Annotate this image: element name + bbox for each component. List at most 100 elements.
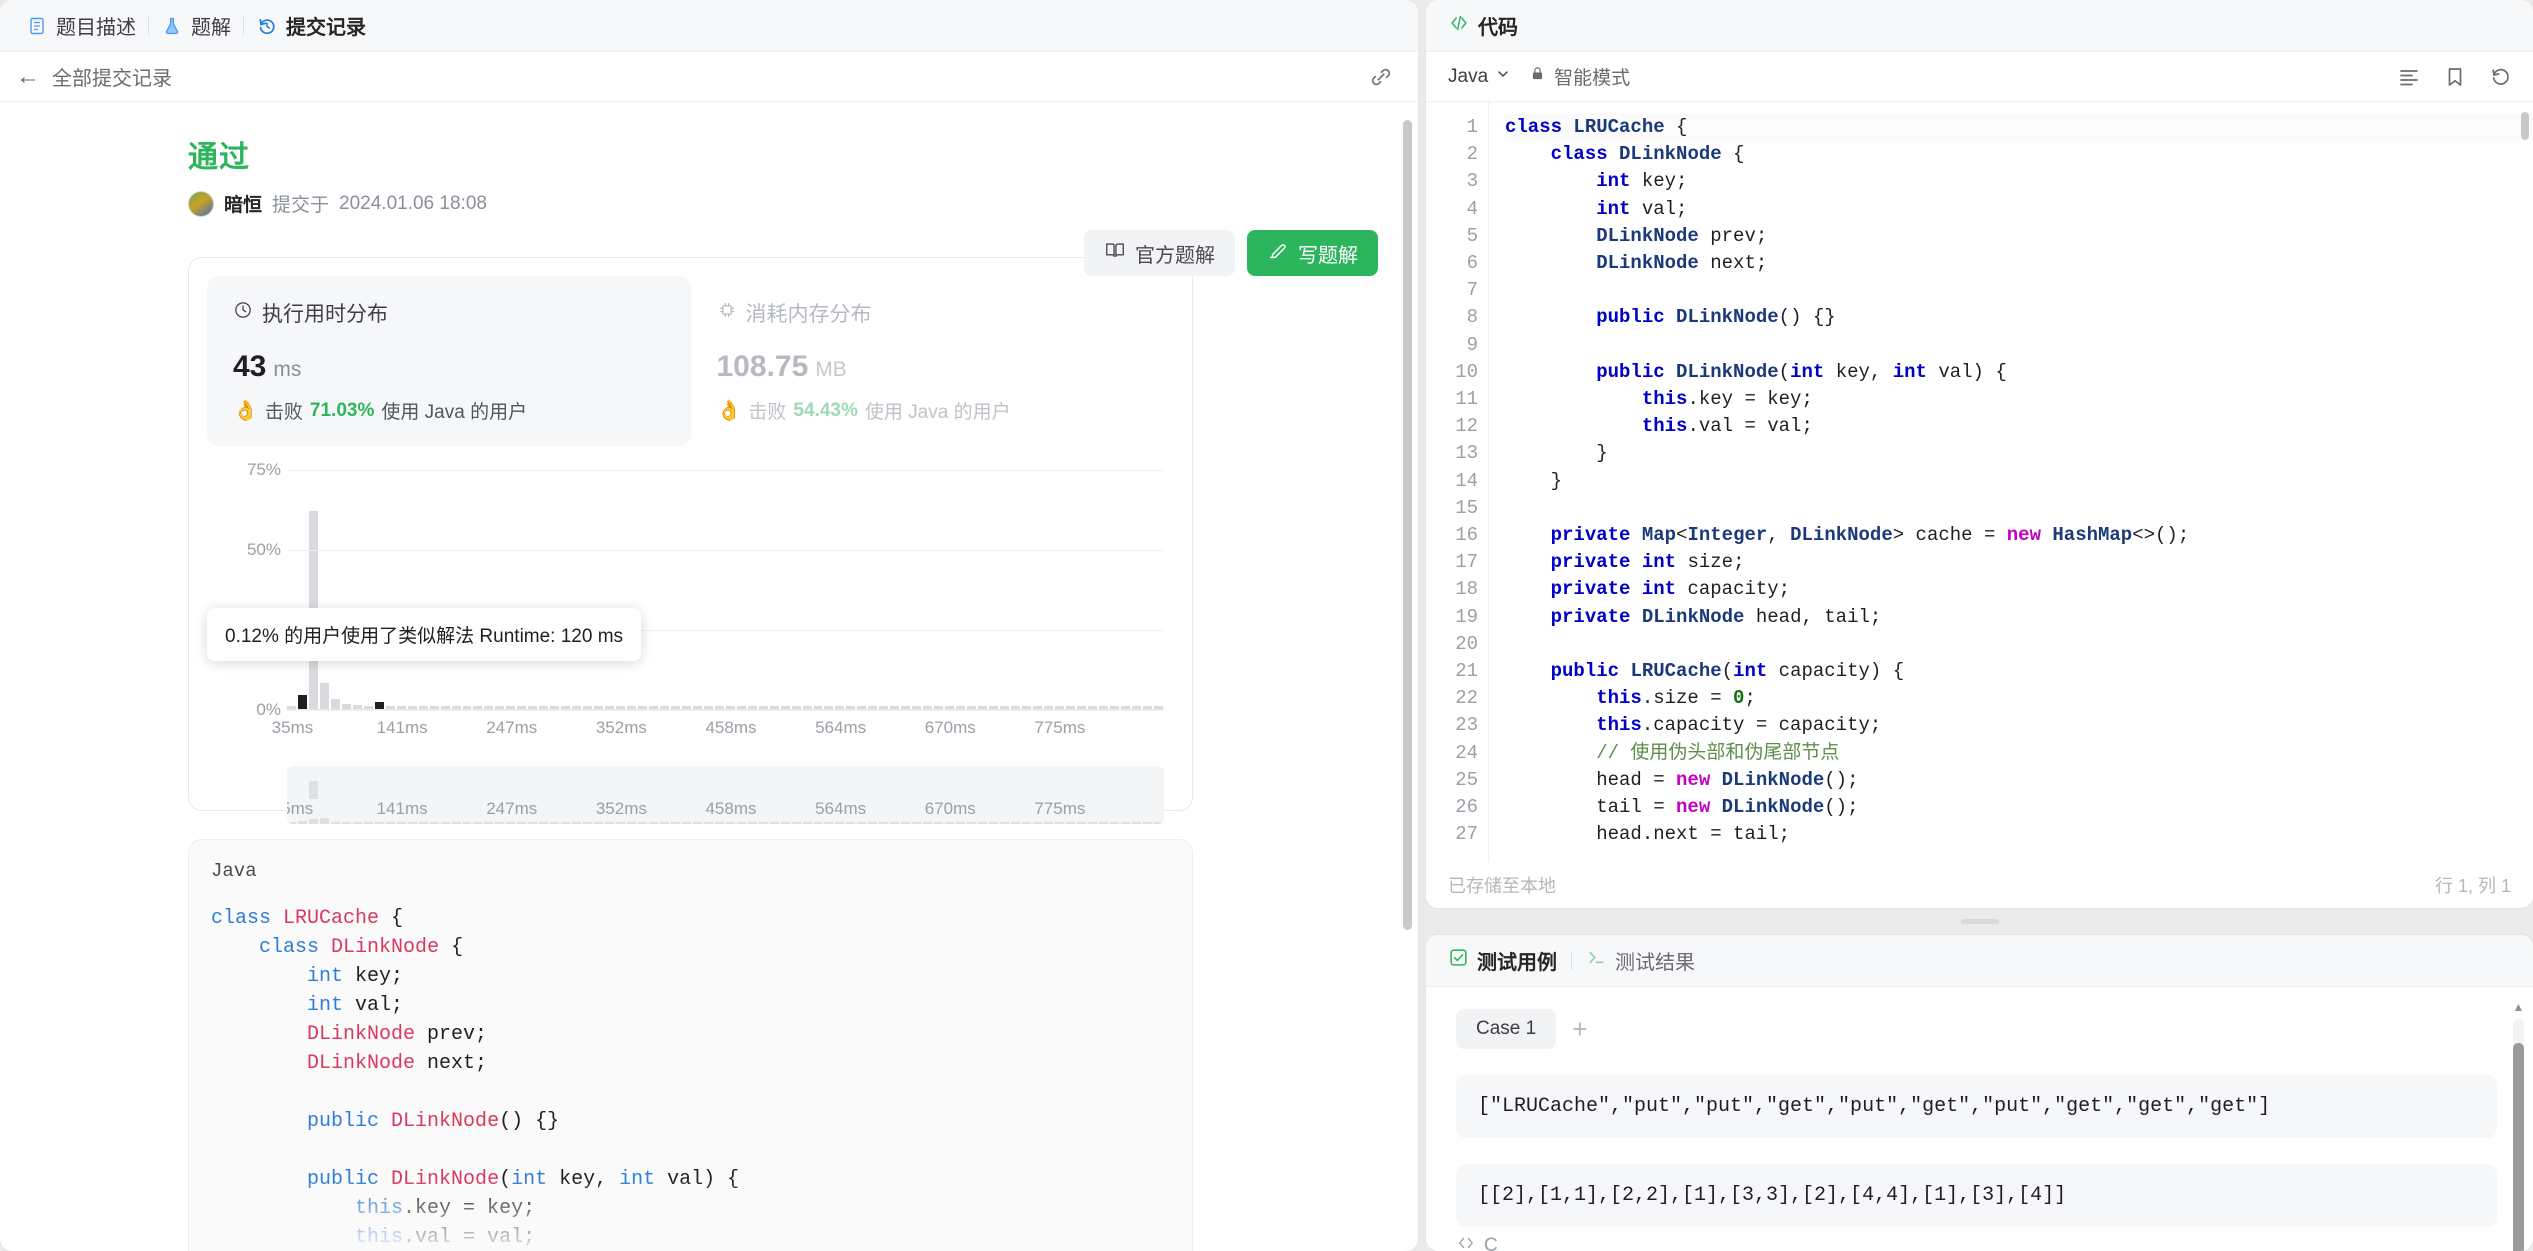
chart-bar[interactable]	[758, 706, 768, 709]
chart-bar[interactable]	[912, 706, 922, 709]
chart-bar[interactable]	[967, 706, 977, 709]
chart-bar[interactable]	[561, 706, 571, 709]
chart-bar[interactable]	[287, 705, 296, 709]
smart-mode-toggle[interactable]: 智能模式	[1529, 63, 1630, 90]
chart-bar[interactable]	[857, 706, 867, 709]
chart-bar[interactable]	[659, 706, 669, 709]
link-icon[interactable]	[1368, 64, 1394, 90]
chart-bar[interactable]	[648, 706, 658, 709]
chart-bar[interactable]	[780, 706, 790, 709]
chart-bar[interactable]	[638, 706, 647, 709]
tab-submissions[interactable]: 提交记录	[244, 0, 378, 52]
tab-testresult[interactable]: 测试结果	[1572, 946, 1709, 975]
chart-bar[interactable]	[736, 706, 746, 709]
tab-solutions[interactable]: 题解	[149, 0, 243, 52]
chart-bar[interactable]	[703, 706, 713, 709]
chart-bar[interactable]	[1109, 706, 1119, 709]
chart-bar[interactable]	[901, 706, 911, 709]
left-panel-scrollbar[interactable]	[1403, 104, 1412, 1194]
chart-bar[interactable]	[725, 706, 735, 709]
scrollbar-thumb[interactable]	[1403, 120, 1412, 930]
chart-bar[interactable]	[813, 706, 823, 709]
chart-bar[interactable]	[879, 706, 889, 709]
testcase-scrollbar[interactable]: ▲ ▼	[2512, 1001, 2525, 1251]
chart-bar[interactable]	[550, 706, 560, 709]
chart-bar[interactable]	[407, 706, 417, 709]
chart-bar[interactable]	[330, 699, 340, 709]
chart-bar[interactable]	[1076, 706, 1086, 709]
chart-bar[interactable]	[923, 706, 933, 709]
chart-bar[interactable]	[484, 706, 494, 709]
chart-bar[interactable]	[473, 706, 483, 709]
chart-bar[interactable]	[824, 706, 834, 709]
chart-bar[interactable]	[616, 706, 626, 709]
chart-bar[interactable]	[462, 706, 472, 709]
tab-problem-description[interactable]: 题目描述	[14, 0, 148, 52]
chart-bar[interactable]	[1098, 706, 1108, 709]
chart-bar[interactable]	[791, 706, 801, 709]
testcase-input-1[interactable]: ["LRUCache","put","put","get","put","get…	[1456, 1075, 2497, 1138]
username[interactable]: 暗恒	[224, 190, 262, 217]
chart-bar[interactable]	[1087, 706, 1097, 709]
chart-bar[interactable]	[583, 706, 593, 709]
chart-bar[interactable]	[978, 706, 987, 709]
chart-bar[interactable]	[769, 706, 779, 709]
code-editor[interactable]: 1 2 3 4 5 6 7 8 9 10 11 12 13 14 15 16 17 18 19 20 21 22 23 24 2…	[1426, 102, 2533, 862]
chart-bar[interactable]	[747, 706, 757, 709]
chart-bar[interactable]	[352, 705, 362, 709]
back-to-all-submissions[interactable]: ← 全部提交记录	[16, 62, 172, 91]
chart-bar[interactable]	[802, 706, 812, 709]
chart-bar[interactable]	[868, 706, 878, 709]
editor-code-content[interactable]: class LRUCache { class DLinkNode { int k…	[1488, 102, 2533, 862]
runtime-stat[interactable]: 执行用时分布 43 ms 👌 击败 71.03% 使用 Java 的用户	[207, 276, 691, 446]
add-case-button[interactable]: +	[1572, 1016, 1587, 1042]
chart-bar[interactable]	[594, 706, 604, 709]
chart-brush[interactable]: 35ms 141ms 247ms 352ms 458ms 564ms 670ms 775ms	[287, 766, 1164, 824]
chart-bar[interactable]	[692, 706, 702, 709]
chart-bar[interactable]	[945, 706, 955, 709]
chart-bar[interactable]	[572, 706, 582, 709]
chart-bar[interactable]	[1120, 706, 1130, 709]
chart-bar[interactable]	[1010, 706, 1020, 709]
tab-code[interactable]: 代码	[1448, 11, 1518, 40]
tab-testcase[interactable]: 测试用例	[1448, 946, 1571, 975]
scrollbar-thumb[interactable]	[2513, 1043, 2524, 1251]
chart-bar[interactable]	[396, 706, 406, 709]
chart-bar[interactable]	[374, 701, 384, 709]
chart-bar[interactable]	[890, 706, 900, 709]
chart-bar[interactable]	[1043, 706, 1053, 709]
chart-bar[interactable]	[681, 706, 691, 709]
language-selector[interactable]: Java	[1448, 66, 1511, 88]
runtime-distribution-chart[interactable]: 0%25%50%75% 35ms141ms247ms352ms458ms564m…	[207, 460, 1174, 824]
chart-bar[interactable]	[429, 705, 439, 709]
chart-bar[interactable]	[1054, 706, 1064, 709]
chart-bar[interactable]	[934, 706, 944, 709]
scroll-up-icon[interactable]: ▲	[2513, 1001, 2525, 1013]
chart-bar[interactable]	[517, 706, 527, 709]
chart-bar[interactable]	[1153, 706, 1163, 709]
testcase-input-2[interactable]: [[2],[1,1],[2,2],[1],[3,3],[2],[4,4],[1]…	[1456, 1164, 2497, 1227]
chart-bar[interactable]	[670, 706, 680, 709]
chart-bar[interactable]	[451, 706, 461, 709]
chart-bar[interactable]	[1021, 706, 1031, 709]
official-solution-button[interactable]: 官方题解	[1084, 230, 1235, 276]
chart-bar[interactable]	[539, 706, 549, 709]
chart-bar[interactable]	[714, 706, 724, 709]
panel-resize-handle[interactable]	[1426, 917, 2533, 926]
chart-bar[interactable]	[835, 706, 845, 709]
chart-bar[interactable]	[297, 694, 307, 709]
write-solution-button[interactable]: 写题解	[1247, 230, 1378, 276]
chart-bar[interactable]	[341, 703, 351, 709]
chart-bar[interactable]	[528, 706, 538, 709]
chart-bar[interactable]	[1131, 706, 1141, 709]
chart-bar[interactable]	[627, 706, 636, 709]
chart-bar[interactable]	[319, 683, 329, 709]
chart-bar[interactable]	[846, 706, 856, 709]
chart-bar[interactable]	[418, 706, 428, 709]
format-icon[interactable]	[2397, 65, 2421, 89]
chart-bar[interactable]	[506, 706, 516, 709]
chart-bar[interactable]	[989, 706, 998, 709]
bookmark-icon[interactable]	[2443, 65, 2467, 89]
editor-scrollbar-thumb[interactable]	[2521, 112, 2529, 140]
scrollbar-track[interactable]	[2513, 1019, 2524, 1251]
